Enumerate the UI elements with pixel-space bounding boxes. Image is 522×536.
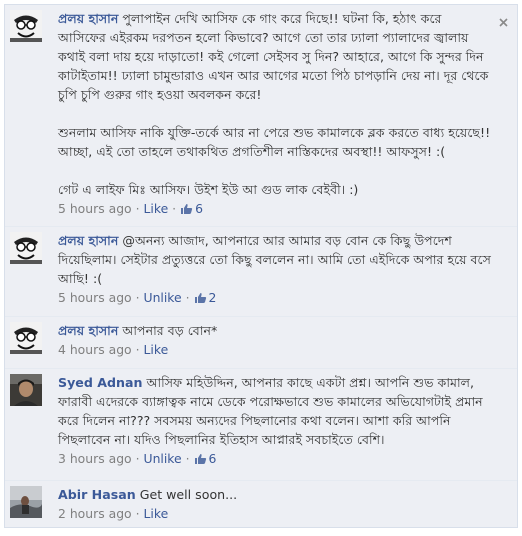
like-count: 6	[195, 201, 203, 216]
comment-author[interactable]: প্রলয় হাসান	[58, 323, 118, 338]
comment-timestamp[interactable]: 5 hours ago	[58, 290, 132, 305]
cartoon-face-avatar[interactable]	[10, 322, 42, 354]
comment-timestamp[interactable]: 4 hours ago	[58, 342, 132, 357]
thumbs-up-icon	[180, 201, 193, 221]
like-button[interactable]: Like	[144, 201, 169, 216]
thumbs-up-icon	[194, 290, 207, 310]
comment-meta: 4 hours ago · Like	[58, 340, 491, 360]
meta-separator: ·	[135, 201, 140, 216]
comment-author[interactable]: প্রলয় হাসান	[58, 11, 118, 26]
comment-item: প্রলয় হাসান পুলাপাইন দেখি আসিফ কে গাং ক…	[5, 5, 517, 227]
comment-timestamp[interactable]: 5 hours ago	[58, 201, 132, 216]
like-count-link[interactable]: 6	[194, 451, 217, 466]
comment-text: আপনার বড় বোন*	[122, 323, 218, 338]
comment-author[interactable]: Abir Hasan	[58, 487, 136, 502]
meta-separator: ·	[185, 290, 190, 305]
like-count: 6	[208, 451, 217, 466]
unlike-button[interactable]: Unlike	[144, 290, 182, 305]
meta-separator: ·	[135, 290, 140, 305]
photo-portrait-avatar[interactable]	[10, 374, 42, 406]
like-button[interactable]: Like	[144, 506, 169, 521]
unlike-button[interactable]: Unlike	[144, 451, 182, 466]
comment-author[interactable]: Syed Adnan	[58, 375, 142, 390]
thumbs-up-icon	[194, 451, 207, 471]
comment-item: প্রলয় হাসান @অনন্য আজাদ, আপনারে আর আমার…	[5, 227, 517, 317]
like-count-link[interactable]: 6	[180, 201, 203, 216]
comment-item: Syed Adnan আসিফ মহিউদ্দিন, আপনার কাছে এক…	[5, 369, 517, 481]
cartoon-face-avatar[interactable]	[10, 10, 42, 42]
meta-separator: ·	[135, 451, 140, 466]
comment-meta: 2 hours ago · Like	[58, 504, 491, 524]
photo-landscape-avatar[interactable]	[10, 486, 42, 518]
comment-timestamp[interactable]: 2 hours ago	[58, 506, 132, 521]
comment-text: পুলাপাইন দেখি আসিফ কে গাং করে দিছে!! ঘটন…	[58, 11, 491, 197]
comment-meta: 5 hours ago · Like · 6	[58, 199, 491, 221]
comment-item: প্রলয় হাসান আপনার বড় বোন* 4 hours ago …	[5, 317, 517, 369]
meta-separator: ·	[185, 451, 190, 466]
cartoon-face-avatar[interactable]	[10, 232, 42, 264]
comment-meta: 5 hours ago · Unlike · 2	[58, 288, 491, 310]
comment-meta: 3 hours ago · Unlike · 6	[58, 449, 491, 471]
comment-text: Get well soon...	[139, 487, 238, 502]
meta-separator: ·	[172, 201, 177, 216]
meta-separator: ·	[135, 342, 140, 357]
meta-separator: ·	[135, 506, 140, 521]
comment-item: Abir Hasan Get well soon... 2 hours ago …	[5, 481, 517, 527]
comment-timestamp[interactable]: 3 hours ago	[58, 451, 132, 466]
comment-text: @অনন্য আজাদ, আপনারে আর আমার বড় বোন কে ক…	[58, 233, 495, 286]
close-icon[interactable]	[498, 13, 509, 27]
like-count-link[interactable]: 2	[194, 290, 217, 305]
like-button[interactable]: Like	[144, 342, 169, 357]
comment-author[interactable]: প্রলয় হাসান	[58, 233, 118, 248]
comment-list: প্রলয় হাসান পুলাপাইন দেখি আসিফ কে গাং ক…	[4, 4, 518, 528]
like-count: 2	[208, 290, 217, 305]
